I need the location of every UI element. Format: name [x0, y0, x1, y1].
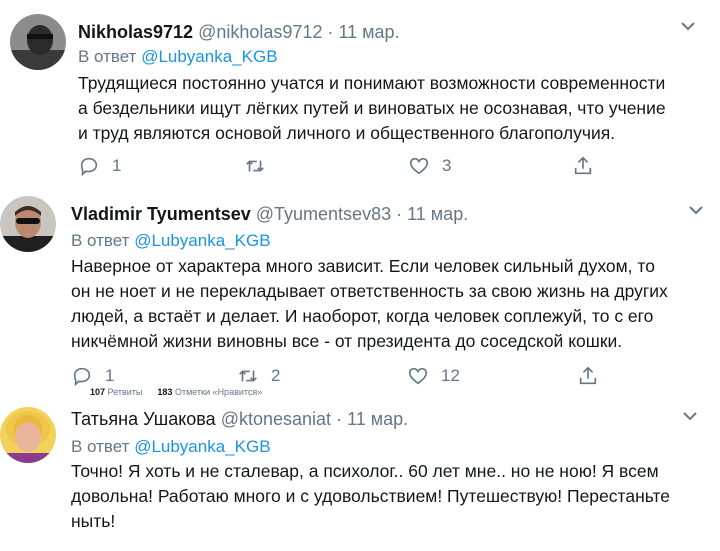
author-name[interactable]: Nikholas9712 [78, 22, 193, 42]
chevron-down-icon[interactable] [682, 410, 698, 422]
share-icon [577, 365, 599, 387]
like-button[interactable]: 3 [408, 154, 451, 178]
retweet-icon [244, 155, 266, 177]
tweet-date[interactable]: 11 мар. [407, 204, 468, 224]
tweet[interactable]: Vladimir Tyumentsev @Tyumentsev83 · 11 м… [0, 192, 720, 399]
reply-context: В ответ @Lubyanka_KGB [78, 47, 278, 66]
tweet-text: Трудящиеся постоянно учатся и понимают в… [78, 73, 666, 143]
reply-count: 1 [112, 156, 122, 175]
reply-context: В ответ @Lubyanka_KGB [71, 437, 271, 456]
retweets-total: 107 [90, 387, 106, 397]
tweet-actions: 1 2 12 [71, 364, 601, 388]
reply-button[interactable]: 1 [71, 364, 114, 388]
likes-label: Отметки «Нравится» [174, 387, 263, 397]
tweet-actions: 1 3 [78, 154, 608, 178]
chevron-down-icon[interactable] [680, 20, 696, 32]
like-count: 12 [441, 366, 460, 385]
tweet-text: Наверное от характера много зависит. Есл… [71, 256, 668, 351]
share-button[interactable] [577, 364, 599, 388]
share-button[interactable] [572, 154, 594, 178]
retweet-icon [237, 365, 259, 387]
like-icon [408, 155, 430, 177]
tweet-header: Vladimir Tyumentsev @Tyumentsev83 · 11 м… [71, 204, 469, 224]
reply-to-link[interactable]: @Lubyanka_KGB [134, 437, 270, 456]
retweet-button[interactable]: 2 [237, 364, 280, 388]
tweet-header: Татьяна Ушакова @ktonesaniat · 11 мар. [71, 409, 409, 429]
like-button[interactable]: 12 [407, 364, 460, 388]
reply-icon [71, 365, 93, 387]
author-handle[interactable]: @Tyumentsev83 [256, 204, 391, 224]
tweet[interactable]: Татьяна Ушакова @ktonesaniat · 11 мар. В… [0, 399, 720, 551]
reply-context: В ответ @Lubyanka_KGB [71, 231, 271, 250]
reply-to-link[interactable]: @Lubyanka_KGB [134, 231, 270, 250]
reply-button[interactable]: 1 [78, 154, 121, 178]
tweet-text: Точно! Я хоть и не сталевар, а психолог.… [71, 461, 671, 531]
tweet[interactable]: Nikholas9712 @nikholas9712 · 11 мар. В о… [0, 0, 720, 192]
tweet-stats-fragment: 107 Ретвиты 183 Отметки «Нравится» [90, 387, 262, 397]
reply-count: 1 [105, 366, 115, 385]
author-name[interactable]: Татьяна Ушакова [71, 409, 216, 429]
author-name[interactable]: Vladimir Tyumentsev [71, 204, 251, 224]
author-handle[interactable]: @ktonesaniat [221, 409, 331, 429]
retweet-count: 2 [271, 366, 281, 385]
avatar[interactable] [10, 14, 66, 70]
reply-icon [78, 155, 100, 177]
chevron-down-icon[interactable] [688, 204, 704, 216]
tweet-date[interactable]: 11 мар. [338, 22, 399, 42]
avatar[interactable] [0, 196, 56, 252]
retweets-label: Ретвиты [107, 387, 143, 397]
retweet-button[interactable] [244, 154, 278, 178]
author-handle[interactable]: @nikholas9712 [198, 22, 322, 42]
tweet-date[interactable]: 11 мар. [347, 409, 408, 429]
likes-total: 183 [157, 387, 173, 397]
tweet-header: Nikholas9712 @nikholas9712 · 11 мар. [78, 22, 400, 42]
share-icon [572, 155, 594, 177]
avatar[interactable] [0, 407, 56, 463]
reply-to-link[interactable]: @Lubyanka_KGB [141, 47, 277, 66]
like-count: 3 [442, 156, 452, 175]
like-icon [407, 365, 429, 387]
